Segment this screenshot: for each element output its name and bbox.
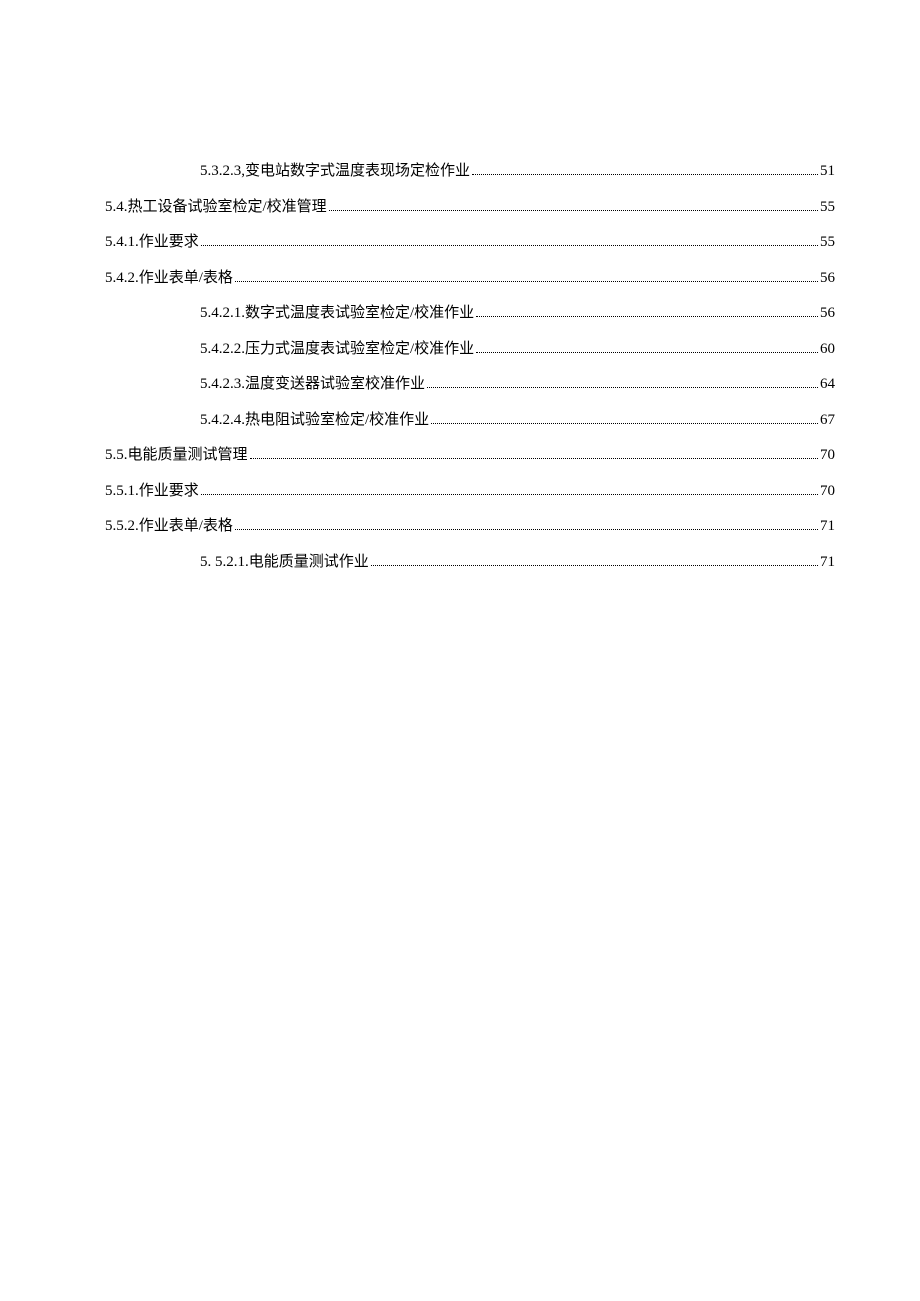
toc-label: 5. 5.2.1.电能质量测试作业 (200, 551, 369, 574)
toc-label: 5.3.2.3,变电站数字式温度表现场定检作业 (200, 160, 470, 183)
toc-label: 5.4.2.4.热电阻试验室检定/校准作业 (200, 409, 429, 432)
toc-entry: 5.4.2.作业表单/表格 56 (105, 267, 835, 290)
toc-label: 5.4.2.作业表单/表格 (105, 267, 233, 290)
toc-leader-dots (250, 458, 818, 459)
toc-entry: 5.4.2.3.温度变送器试验室校准作业 64 (105, 373, 835, 396)
toc-entry: 5.4.2.1.数字式温度表试验室检定/校准作业 56 (105, 302, 835, 325)
toc-entry: 5.5.2.作业表单/表格 71 (105, 515, 835, 538)
toc-leader-dots (371, 565, 818, 566)
toc-entry: 5.3.2.3,变电站数字式温度表现场定检作业 51 (105, 160, 835, 183)
toc-page-number: 55 (820, 231, 835, 254)
toc-page-number: 71 (820, 515, 835, 538)
toc-leader-dots (235, 281, 818, 282)
toc-label: 5.5.2.作业表单/表格 (105, 515, 233, 538)
toc-page-number: 71 (820, 551, 835, 574)
toc-leader-dots (476, 316, 818, 317)
toc-entry: 5.4.2.2.压力式温度表试验室检定/校准作业 60 (105, 338, 835, 361)
toc-label: 5.4.2.2.压力式温度表试验室检定/校准作业 (200, 338, 474, 361)
toc-leader-dots (235, 529, 818, 530)
toc-entry: 5.4.1.作业要求 55 (105, 231, 835, 254)
toc-entry: 5. 5.2.1.电能质量测试作业 71 (105, 551, 835, 574)
toc-entry: 5.5.电能质量测试管理 70 (105, 444, 835, 467)
toc-leader-dots (431, 423, 818, 424)
toc-leader-dots (201, 494, 818, 495)
table-of-contents: 5.3.2.3,变电站数字式温度表现场定检作业 51 5.4.热工设备试验室检定/校… (105, 160, 835, 573)
toc-entry: 5.4.热工设备试验室检定/校准管理 55 (105, 196, 835, 219)
toc-leader-dots (476, 352, 818, 353)
toc-page-number: 60 (820, 338, 835, 361)
toc-label: 5.4.1.作业要求 (105, 231, 199, 254)
toc-page-number: 51 (820, 160, 835, 183)
toc-entry: 5.4.2.4.热电阻试验室检定/校准作业 67 (105, 409, 835, 432)
toc-page-number: 64 (820, 373, 835, 396)
toc-leader-dots (329, 210, 818, 211)
toc-leader-dots (472, 174, 818, 175)
toc-page-number: 70 (820, 444, 835, 467)
toc-label: 5.5.1.作业要求 (105, 480, 199, 503)
toc-leader-dots (201, 245, 818, 246)
toc-label: 5.4.2.1.数字式温度表试验室检定/校准作业 (200, 302, 474, 325)
toc-label: 5.5.电能质量测试管理 (105, 444, 248, 467)
toc-label: 5.4.热工设备试验室检定/校准管理 (105, 196, 327, 219)
toc-page-number: 70 (820, 480, 835, 503)
toc-entry: 5.5.1.作业要求 70 (105, 480, 835, 503)
toc-label: 5.4.2.3.温度变送器试验室校准作业 (200, 373, 425, 396)
toc-page-number: 67 (820, 409, 835, 432)
toc-page-number: 56 (820, 267, 835, 290)
toc-page-number: 55 (820, 196, 835, 219)
toc-page-number: 56 (820, 302, 835, 325)
toc-leader-dots (427, 387, 818, 388)
